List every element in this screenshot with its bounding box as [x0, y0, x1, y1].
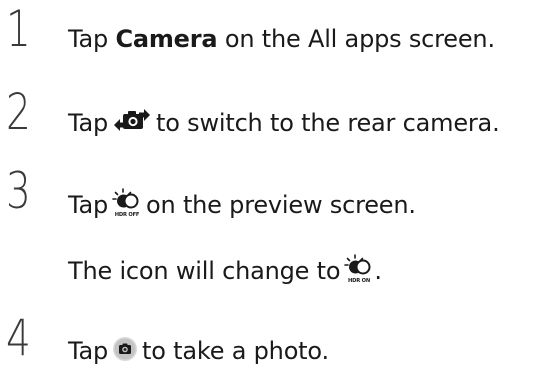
step-4-text: Tap to take a photo.	[68, 336, 329, 366]
step-3-pre: Tap	[68, 191, 109, 219]
step-4-post: to take a photo.	[142, 337, 329, 365]
step-4-pre: Tap	[68, 337, 109, 365]
step-number: 1	[6, 0, 31, 58]
shutter-icon	[112, 336, 138, 366]
switch-camera-icon	[112, 108, 152, 138]
camera-app-name: Camera	[115, 25, 218, 53]
step-number: 4	[6, 309, 31, 367]
step-2-pre: Tap	[68, 109, 109, 137]
step-3-note-pre: The icon will change to	[68, 257, 341, 285]
step-1-pre: Tap	[68, 25, 116, 53]
step-1-post: on the All apps screen.	[217, 25, 495, 53]
hdr-off-icon: HDR OFF	[112, 188, 142, 222]
step-3-note: The icon will change to HDR ON .	[68, 254, 382, 288]
hdr-on-icon: HDR ON	[344, 254, 374, 288]
hdr-off-label: HDR OFF	[115, 212, 140, 218]
step-1-text: Tap Camera on the All apps screen.	[68, 27, 495, 51]
step-2-post: to switch to the rear camera.	[156, 109, 500, 137]
step-2-text: Tap to switch to the rear camera.	[68, 108, 500, 138]
hdr-on-label: HDR ON	[348, 278, 370, 284]
step-3-post: on the preview screen.	[146, 191, 416, 219]
step-number: 2	[6, 83, 31, 141]
step-3-note-post: .	[374, 257, 382, 285]
step-3-text: Tap HDR OFF on the preview screen.	[68, 188, 416, 222]
step-number: 3	[6, 162, 31, 220]
